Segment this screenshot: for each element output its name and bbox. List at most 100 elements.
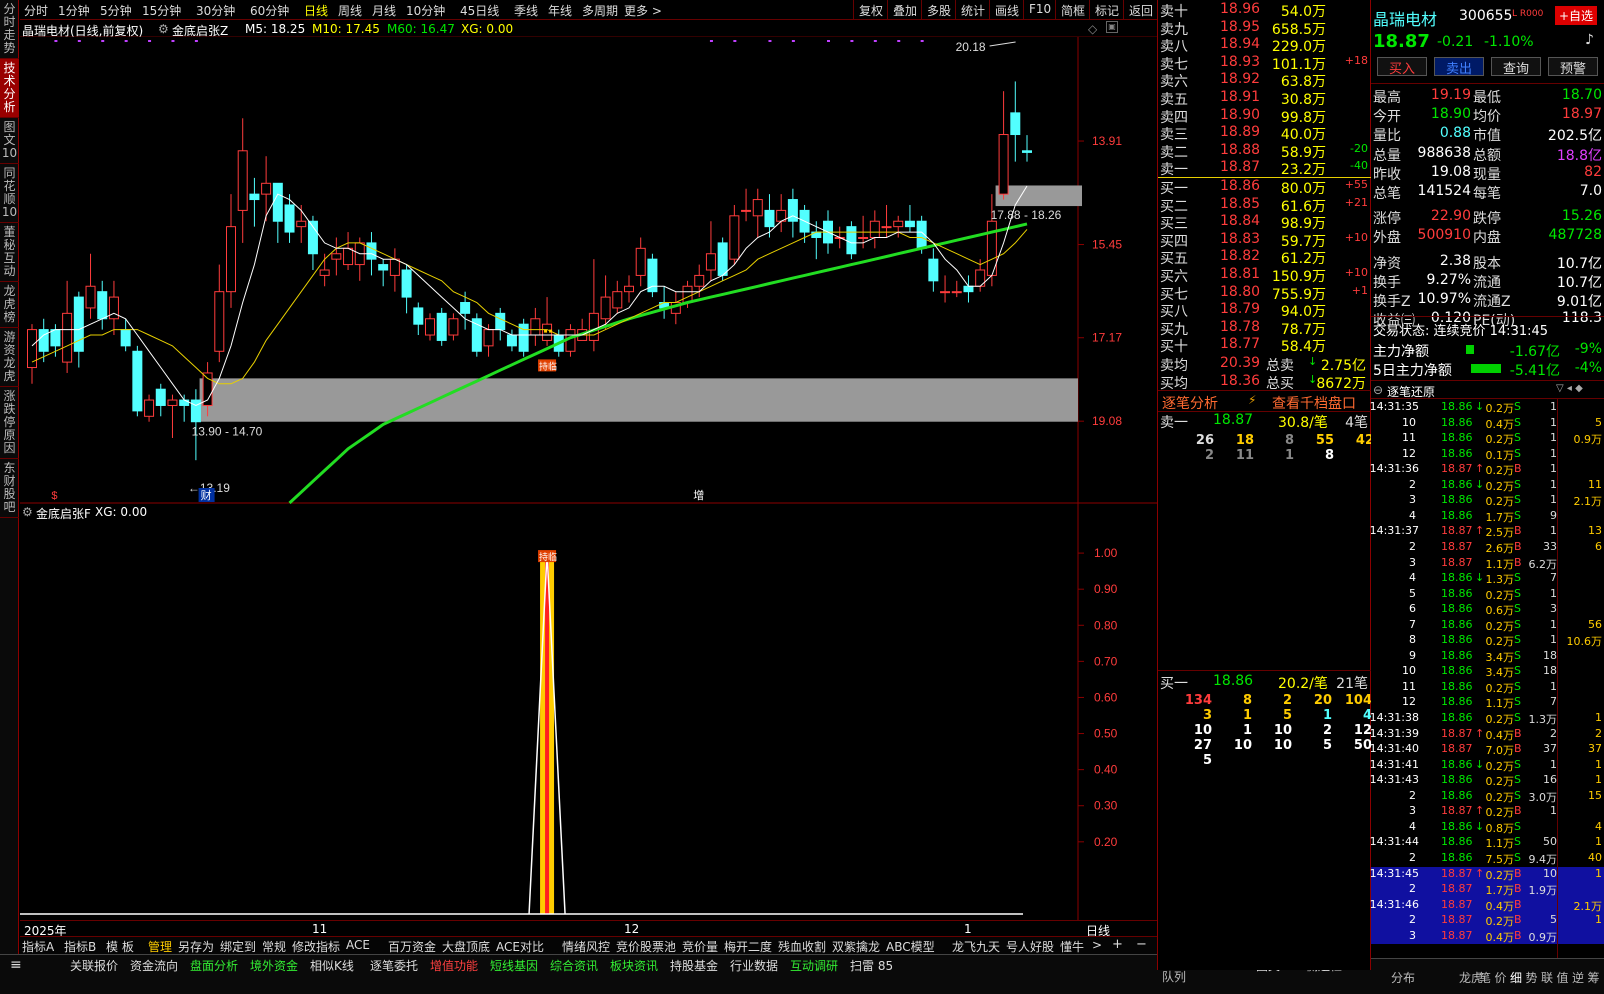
ask-row[interactable]: 卖十 18.96 54.0万 (1158, 1, 1372, 20)
bid-row[interactable]: 买三 18.84 98.9万 (1158, 213, 1372, 232)
ask-row[interactable]: 卖九 18.95 658.5万 (1158, 19, 1372, 38)
footer-link[interactable]: 关联报价 (70, 957, 118, 974)
footer-link[interactable]: 扫雷 85 (850, 957, 893, 974)
toolbar-button[interactable]: 复权 (853, 0, 887, 20)
footer-link[interactable]: 持股基金 (670, 957, 718, 974)
period-tab[interactable]: 年线 (548, 2, 572, 19)
sidebar-tab[interactable]: 游资龙虎 (0, 328, 19, 387)
indicator-tab[interactable]: 情绪风控 (562, 938, 610, 955)
sidebar-tab[interactable]: 东财股吧 (0, 459, 19, 518)
tab-depth[interactable]: 查看千档盘口 (1272, 393, 1356, 413)
indicator-tab[interactable]: 竞价股票池 (616, 938, 676, 955)
indicator-tab[interactable]: 竞价量 (682, 938, 718, 955)
period-tab[interactable]: 15分钟 (142, 2, 181, 19)
sidebar-tab[interactable]: 董秘互动 (0, 223, 19, 282)
footer-link[interactable]: 相似K线 (310, 957, 354, 974)
indicator-tab[interactable]: 双紫擒龙 (832, 938, 880, 955)
indicator-tab[interactable]: 大盘顶底 (442, 938, 490, 955)
period-tab[interactable]: 日线 (304, 2, 328, 19)
bid-row[interactable]: 买十 18.77 58.4万 (1158, 336, 1372, 355)
bell-icon[interactable]: ♪ (1585, 32, 1594, 48)
footer-link[interactable]: 盘面分析 (190, 957, 238, 974)
gear-icon[interactable]: ⚙ (22, 505, 33, 519)
sidebar-tab[interactable]: 图文10 (0, 118, 19, 164)
sidebar-tab[interactable]: 分时走势 (0, 0, 19, 59)
footer-link[interactable]: 行业数据 (730, 957, 778, 974)
period-tab[interactable]: 45日线 (460, 2, 499, 19)
bid-row[interactable]: 买一 18.86 80.0万 +55 (1158, 178, 1372, 197)
action-button[interactable]: 卖出 (1434, 57, 1484, 77)
expand-icon[interactable]: ▣ (1106, 21, 1118, 33)
toolbar-button[interactable]: 简框 (1055, 0, 1089, 20)
toolbar-button[interactable]: 标记 (1089, 0, 1123, 20)
bid-row[interactable]: 买九 18.78 78.7万 (1158, 319, 1372, 338)
right-tab[interactable]: 队列 (1162, 968, 1186, 985)
ask-row[interactable]: 卖五 18.91 30.8万 (1158, 89, 1372, 108)
bid-row[interactable]: 买二 18.85 61.6万 +21 (1158, 196, 1372, 215)
indicator-tab[interactable]: 指标A (22, 938, 54, 955)
period-tab[interactable]: 5分钟 (100, 2, 132, 19)
toolbar-button[interactable]: 叠加 (887, 0, 921, 20)
add-watchlist-button[interactable]: +自选 (1555, 6, 1598, 25)
plus-icon[interactable]: + (1112, 937, 1123, 952)
footer-link[interactable]: 逐笔委托 (370, 957, 418, 974)
gear-icon[interactable]: ⚙ (158, 22, 169, 36)
indicator-tab[interactable]: 梅开二度 (724, 938, 772, 955)
indicator-tab[interactable]: 模 板 (106, 938, 134, 955)
indicator-tab[interactable]: 龙飞九天 (952, 938, 1000, 955)
ask-row[interactable]: 卖二 18.88 58.9万 -20 (1158, 142, 1372, 161)
tick-controls[interactable]: ▽ ◂ ◆ (1556, 383, 1583, 394)
footer-link[interactable]: 资金流向 (130, 957, 178, 974)
sidebar-tab[interactable]: 同花顺10 (0, 164, 19, 223)
toolbar-button[interactable]: F10 (1023, 0, 1055, 20)
toolbar-button[interactable]: 画线 (989, 0, 1023, 20)
indicator-tab[interactable]: ACE (346, 938, 370, 952)
indicator-tab[interactable]: 懂牛 (1060, 938, 1084, 955)
kline-chart[interactable]: 19.0817.1715.4513.9120.18←13.1913.90 - 1… (20, 37, 1157, 966)
ask-row[interactable]: 卖六 18.92 63.8万 (1158, 71, 1372, 90)
right-tab[interactable]: 逆 (1572, 969, 1584, 986)
bid-row[interactable]: 买五 18.82 61.2万 (1158, 248, 1372, 267)
indicator-tab[interactable]: 指标B (64, 938, 96, 955)
sidebar-tab[interactable]: 龙虎榜 (0, 282, 19, 328)
menu-icon[interactable]: ≡ (10, 957, 22, 973)
ask-row[interactable]: 卖四 18.90 99.8万 (1158, 107, 1372, 126)
indicator-tab[interactable]: 管理 (148, 938, 172, 955)
toolbar-button[interactable]: 统计 (955, 0, 989, 20)
bid-row[interactable]: 买八 18.79 94.0万 (1158, 301, 1372, 320)
period-tab[interactable]: 季线 (514, 2, 538, 19)
indicator-tab[interactable]: ACE对比 (496, 938, 544, 955)
period-tab[interactable]: 月线 (372, 2, 396, 19)
period-tab[interactable]: 多周期 (582, 2, 618, 19)
action-button[interactable]: 预警 (1548, 57, 1598, 77)
action-button[interactable]: 买入 (1377, 57, 1427, 77)
ask-row[interactable]: 卖七 18.93 101.1万 +18 (1158, 54, 1372, 73)
indicator-tab[interactable]: 号人好股 (1006, 938, 1054, 955)
toolbar-button[interactable]: 返回 (1123, 0, 1157, 20)
indicator-tab[interactable]: 修改指标 (292, 938, 340, 955)
indicator-tab[interactable]: 百万资金 (388, 938, 436, 955)
footer-link[interactable]: 互动调研 (790, 957, 838, 974)
period-tab[interactable]: 分时 (24, 2, 48, 19)
indicator-tab[interactable]: 另存为 (178, 938, 214, 955)
footer-link[interactable]: 短线基因 (490, 957, 538, 974)
right-tab[interactable]: 势 (1526, 969, 1538, 986)
period-tab[interactable]: 60分钟 (250, 2, 289, 19)
ask-row[interactable]: 卖三 18.89 40.0万 (1158, 124, 1372, 143)
right-tab[interactable]: 细 (1510, 969, 1522, 986)
indicator-tab[interactable]: 残血收割 (778, 938, 826, 955)
footer-link[interactable]: 境外资金 (250, 957, 298, 974)
bid-row[interactable]: 买六 18.81 150.9万 +10 (1158, 266, 1372, 285)
right-tab[interactable]: 笔 (1479, 969, 1491, 986)
bid-row[interactable]: 买七 18.80 755.9万 +1 (1158, 284, 1372, 303)
toolbar-button[interactable]: 多股 (921, 0, 955, 20)
right-tab[interactable]: 筹 (1588, 969, 1600, 986)
right-tab[interactable]: 联 (1541, 969, 1553, 986)
footer-link[interactable]: 增值功能 (430, 957, 478, 974)
bid-row[interactable]: 买四 18.83 59.7万 +10 (1158, 231, 1372, 250)
ask-row[interactable]: 卖一 18.87 23.2万 -40 (1158, 159, 1372, 178)
tab-tick-analysis[interactable]: 逐笔分析 (1162, 393, 1218, 413)
diamond-icon[interactable]: ◇ (1088, 22, 1097, 36)
ask-row[interactable]: 卖八 18.94 229.0万 (1158, 36, 1372, 55)
indicator-tab[interactable]: 常规 (262, 938, 286, 955)
